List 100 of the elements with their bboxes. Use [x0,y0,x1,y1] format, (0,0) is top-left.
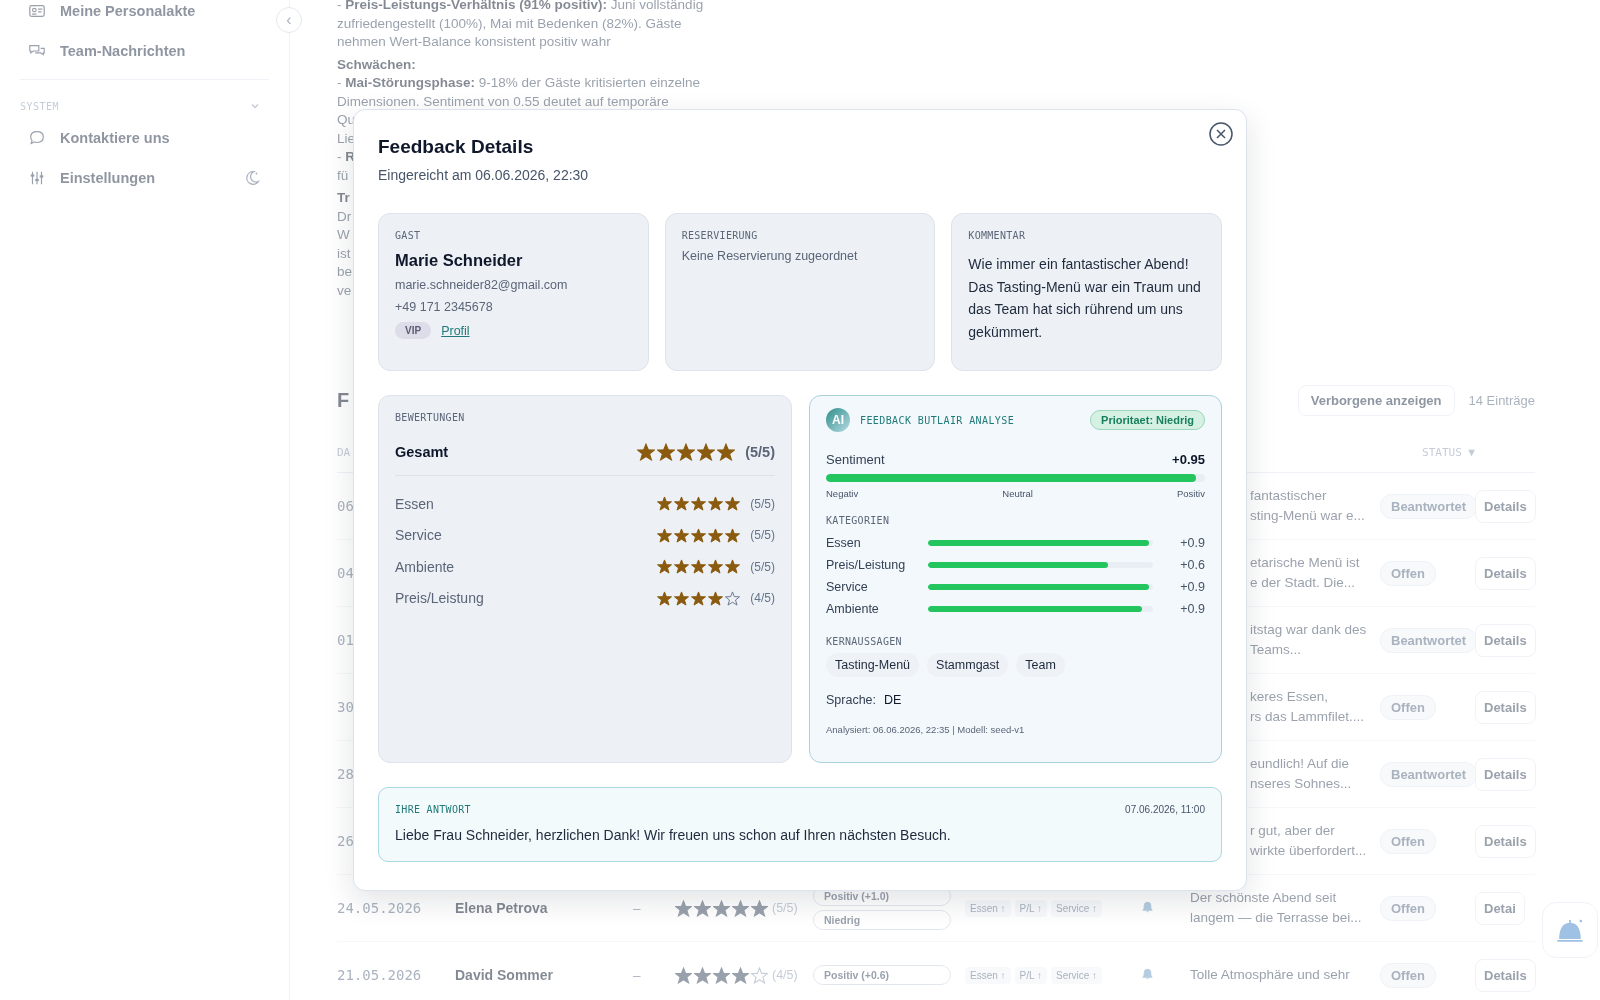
close-icon[interactable] [1208,121,1234,147]
profile-link[interactable]: Profil [441,323,470,338]
table-cell: 30 [337,699,354,715]
reply-date: 07.06.2026, 11:00 [1125,804,1205,815]
reply-text: Liebe Frau Schneider, herzlichen Dank! Wir freuen uns schon auf Ihren nächsten Besuch. [395,827,952,843]
star-icon [677,443,696,461]
table-cell: 28 [337,766,354,782]
report-text: - Mai-Störungsphase: 9-18% der Gäste kritisierten einzelne [337,74,701,92]
comment-preview: Tolle Atmosphäre und sehr [1190,966,1350,984]
table-cell: 04 [337,565,354,581]
sentiment-label: Sentiment [826,452,885,467]
report-text: Schwächen: [337,55,416,74]
star-icon [751,899,768,917]
column-header[interactable]: STATUS ▼ [1422,445,1475,459]
details-button[interactable]: Details [1475,623,1536,657]
star-icon [717,443,736,461]
entry-count: 14 Einträge [1468,392,1535,408]
rating-label: Ambiente [395,558,455,575]
scale-label: Negativ [826,488,859,499]
category-tag: Service ↑ [1051,899,1103,917]
star-icon [713,966,730,984]
details-button[interactable]: Details [1475,958,1536,992]
star-icon [708,527,724,543]
star-icon [657,496,673,512]
comment-preview: fantastischer sting-Menü war e... [1250,487,1365,525]
star-icon [657,559,673,575]
sidebar-item[interactable]: Kontaktiere uns [20,118,269,158]
details-button[interactable]: Details [1475,489,1536,523]
category-tag: P/L ↑ [1014,899,1047,917]
show-hidden-button[interactable]: Verborgene anzeigen [1297,384,1455,416]
category-tag: P/L ↑ [1014,966,1047,984]
star-icon [725,559,741,575]
star-icon [725,590,741,606]
category-score: +0.9 [1179,536,1205,550]
section-label: KERNAUSSAGEN [826,636,903,647]
star-icon [674,590,690,606]
sentiment-value: +0.95 [1172,452,1205,467]
guest-name: Marie Schneider [395,251,524,270]
table-cell: – [633,967,641,983]
category-tag: Service ↑ [1051,966,1103,984]
report-text: Tr [337,189,350,207]
status-badge: Offen [1380,895,1436,921]
table-cell: 01 [337,632,354,648]
details-button[interactable]: Detai [1475,891,1525,925]
ai-badge: AI [826,408,850,432]
rating-label: Essen [395,495,434,512]
sidebar-item[interactable]: Meine Personalakte [20,0,269,31]
card-label: KOMMENTAR [968,230,1027,241]
star-icon [657,590,673,606]
star-icon [708,559,724,575]
card-label: FEEDBACK BUTLAIR ANALYSE [860,414,1015,426]
star-icon [732,966,749,984]
status-badge: Beantwortet [1380,627,1478,653]
section-title: SYSTEM [20,100,60,112]
category-label: Ambiente [826,602,880,616]
star-icon [708,496,724,512]
collapse-toggle[interactable]: ‹ [276,7,302,33]
rating-label: Gesamt [395,444,449,460]
rating-score: (5/5) [750,528,775,543]
guest-name: David Sommer [455,967,554,983]
rating-label: Service [395,527,442,544]
report-text: Dr [337,207,352,226]
details-button[interactable]: Details [1475,757,1536,791]
moon-icon[interactable] [243,169,261,187]
language-value: DE [884,693,902,707]
reservation-text: Keine Reservierung zugeordnet [681,249,859,263]
category-label: Preis/Leistung [826,558,907,572]
sidebar-item[interactable]: Einstellungen [20,158,269,198]
priority-badge: Prioritaet: Niedrig [1090,410,1205,430]
rating-score: (4/5) [750,591,775,606]
dialog-subtitle: Eingereicht am 06.06.2026, 22:30 [378,167,590,183]
category-score: +0.6 [1179,558,1205,572]
star-icon [674,496,690,512]
report-text: zufriedengestellt (100%), Mai mit Bedenken (82%). Gäste [337,14,682,33]
details-button[interactable]: Details [1475,556,1536,590]
star-icon [675,966,692,984]
bell-button[interactable] [1542,902,1598,958]
guest-phone: +49 171 2345678 [395,300,494,314]
status-badge: Offen [1380,962,1436,988]
details-button[interactable]: Details [1475,690,1536,724]
card-label: RESERVIERUNG [681,230,759,241]
details-button[interactable]: Details [1475,824,1536,858]
star-icon [725,527,741,543]
comment-text: Wie immer ein fantastischer Abend! Das Tasting-Menü war ein Traum und das Team hat sich rührend um uns gekümmert. [968,255,1202,342]
status-badge: Beantwortet [1380,493,1478,519]
star-icon [691,590,707,606]
bell-icon [1140,966,1155,981]
key-point-chip: Tasting-Menü [826,653,920,677]
category-label: Service [826,580,869,594]
star-icon [697,443,716,461]
key-point-chip: Stammgast [927,653,1009,677]
category-tag: Essen ↑ [965,966,1011,984]
rating-score: (4/5) [772,968,798,982]
sidebar-item[interactable]: Team-Nachrichten [20,31,269,71]
table-cell: 21.05.2026 [337,967,422,983]
star-icon [694,966,711,984]
column-header[interactable]: DA [337,445,351,459]
comment-preview: etarische Menü ist e der Stadt. Die... [1250,554,1360,592]
table-cell: 06 [337,498,354,514]
star-icon [674,527,690,543]
